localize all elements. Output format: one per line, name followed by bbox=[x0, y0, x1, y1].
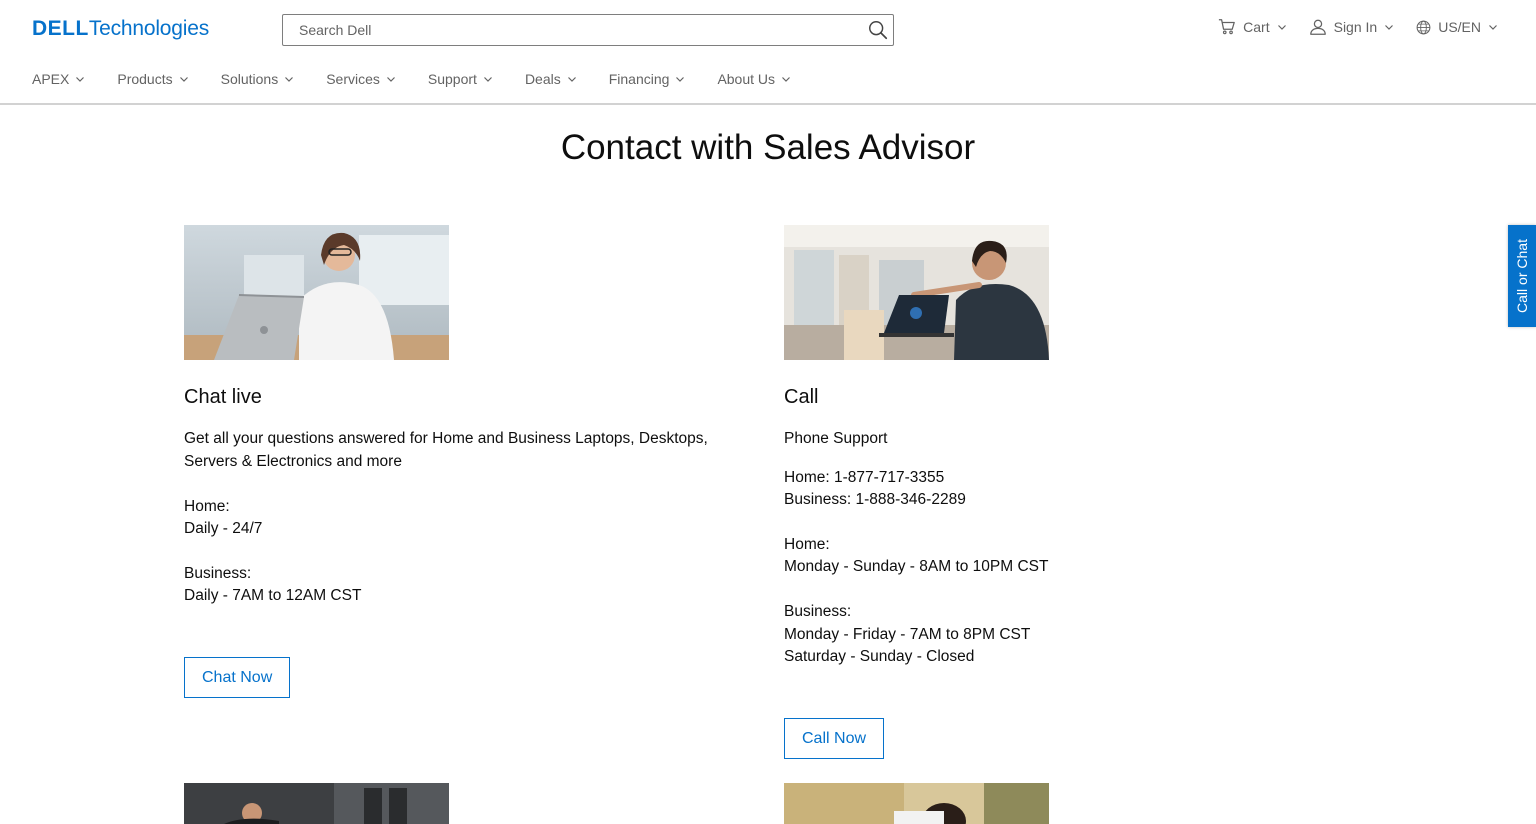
nav-item-products[interactable]: Products bbox=[117, 68, 188, 90]
search-input[interactable] bbox=[283, 15, 843, 45]
user-icon bbox=[1309, 19, 1326, 35]
chevron-down-icon bbox=[76, 77, 85, 82]
chevron-down-icon bbox=[676, 77, 685, 82]
call-image bbox=[784, 225, 1049, 360]
chevron-down-icon bbox=[567, 77, 576, 82]
chevron-down-icon bbox=[386, 77, 395, 82]
chat-home-hours: Daily - 24/7 bbox=[184, 520, 263, 537]
sign-in-label: Sign In bbox=[1333, 19, 1378, 35]
locale-menu[interactable]: US/EN bbox=[1416, 19, 1498, 35]
chat-business-label: Business: bbox=[184, 565, 252, 582]
cart-icon bbox=[1219, 19, 1235, 35]
nav-item-label: Products bbox=[117, 71, 173, 87]
global-header: DELL Technologies Cart Sign In bbox=[0, 0, 1536, 60]
call-home-hours: Monday - Sunday - 8AM to 10PM CST bbox=[784, 558, 1049, 575]
nav-item-label: Financing bbox=[608, 71, 670, 87]
chat-now-button[interactable]: Chat Now bbox=[184, 657, 291, 698]
chat-home-label: Home: bbox=[184, 498, 230, 515]
nav-item-label: APEX bbox=[32, 71, 70, 87]
nav-item-about-us[interactable]: About Us bbox=[717, 68, 791, 90]
call-business-phone: Business: 1-888-346-2289 bbox=[784, 491, 966, 508]
chevron-down-icon bbox=[179, 77, 188, 82]
search-icon[interactable] bbox=[867, 19, 889, 41]
nav-item-services[interactable]: Services bbox=[326, 68, 396, 90]
chevron-down-icon bbox=[782, 77, 790, 82]
logo-suffix: Technologies bbox=[88, 17, 210, 40]
chat-business-hours: Daily - 7AM to 12AM CST bbox=[184, 587, 362, 604]
logo-brand: DELL bbox=[32, 17, 89, 40]
chat-live-title: Chat live bbox=[184, 386, 262, 408]
locale-label: US/EN bbox=[1438, 19, 1481, 35]
cart-label: Cart bbox=[1243, 19, 1270, 35]
chat-live-description: Get all your questions answered for Home… bbox=[184, 430, 708, 470]
globe-icon bbox=[1416, 20, 1431, 34]
nav-item-label: Solutions bbox=[220, 71, 279, 87]
cart-menu[interactable]: Cart bbox=[1218, 18, 1286, 36]
chevron-down-icon bbox=[1489, 25, 1497, 30]
nav-item-apex[interactable]: APEX bbox=[32, 68, 85, 90]
nav-item-deals[interactable]: Deals bbox=[525, 68, 577, 90]
nav-item-support[interactable]: Support bbox=[428, 68, 493, 90]
dell-technologies-logo[interactable]: DELL Technologies bbox=[32, 17, 209, 43]
chevron-down-icon bbox=[484, 77, 492, 82]
sign-in-menu[interactable]: Sign In bbox=[1309, 18, 1395, 36]
chat-live-image bbox=[184, 225, 449, 360]
call-title: Call bbox=[784, 386, 819, 408]
nav-item-solutions[interactable]: Solutions bbox=[221, 68, 295, 90]
call-subtitle: Phone Support bbox=[784, 430, 888, 447]
call-business-hours-weekend: Saturday - Sunday - Closed bbox=[784, 648, 975, 665]
call-or-chat-tab[interactable]: Call or Chat bbox=[1508, 225, 1536, 327]
utility-nav: Cart Sign In US/EN bbox=[1218, 18, 1498, 36]
call-business-label: Business: bbox=[784, 603, 852, 620]
call-or-chat-label: Call or Chat bbox=[1514, 239, 1531, 313]
nav-item-label: Support bbox=[427, 71, 477, 87]
nav-item-label: Deals bbox=[524, 71, 561, 87]
header-divider bbox=[0, 103, 1536, 105]
search-box bbox=[282, 14, 894, 46]
call-home-label: Home: bbox=[784, 536, 830, 553]
page-title: Contact with Sales Advisor bbox=[560, 128, 976, 167]
main-nav: APEX Products Solutions Services Support… bbox=[32, 68, 823, 90]
nav-item-label: About Us bbox=[717, 71, 776, 87]
call-now-button[interactable]: Call Now bbox=[784, 718, 885, 759]
chevron-down-icon bbox=[285, 77, 294, 82]
card-image-3 bbox=[184, 783, 449, 824]
chevron-down-icon bbox=[1385, 25, 1394, 30]
nav-item-label: Services bbox=[326, 71, 380, 87]
call-home-phone: Home: 1-877-717-3355 bbox=[784, 469, 945, 486]
nav-item-financing[interactable]: Financing bbox=[609, 68, 686, 90]
card-image-4 bbox=[784, 783, 1049, 824]
call-business-hours-weekday: Monday - Friday - 7AM to 8PM CST bbox=[784, 626, 1031, 643]
chevron-down-icon bbox=[1277, 25, 1286, 30]
